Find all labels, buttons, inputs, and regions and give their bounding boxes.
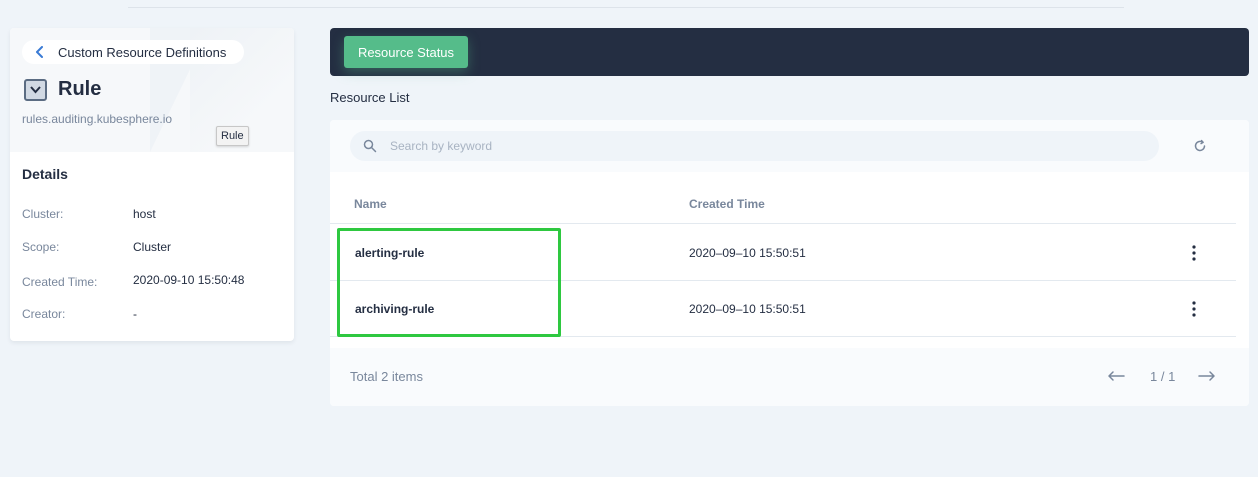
list-footer: Total 2 items 1 / 1 [330, 348, 1249, 406]
detail-created-time: Created Time: 2020-09-10 15:50:48 [22, 273, 282, 289]
detail-value: - [133, 307, 137, 321]
back-button[interactable]: Custom Resource Definitions [22, 40, 244, 64]
more-icon[interactable] [1186, 243, 1202, 263]
arrow-right-icon[interactable] [1197, 368, 1217, 384]
search-input[interactable] [390, 131, 1130, 161]
page-subtitle: rules.auditing.kubesphere.io [22, 112, 173, 126]
page-title: Rule [58, 78, 102, 100]
detail-key: Created Time: [22, 275, 98, 289]
arrow-left-icon[interactable] [1106, 368, 1126, 384]
top-divider [128, 7, 1124, 8]
column-created-time[interactable]: Created Time [689, 197, 765, 211]
more-icon[interactable] [1186, 299, 1202, 319]
resource-list-title: Resource List [330, 90, 410, 105]
crd-detail-card: Custom Resource Definitions Rule rules.a… [10, 28, 294, 341]
detail-scope: Scope: Cluster [22, 240, 282, 256]
detail-value: 2020-09-10 15:50:48 [133, 273, 245, 287]
detail-creator: Creator: - [22, 307, 282, 323]
detail-key: Scope: [22, 240, 60, 254]
table-header: Name Created Time [330, 172, 1236, 224]
detail-key: Creator: [22, 307, 66, 321]
pagination-text: 1 / 1 [1150, 369, 1176, 384]
search-box[interactable] [350, 131, 1159, 161]
back-label: Custom Resource Definitions [58, 45, 227, 60]
column-name[interactable]: Name [354, 197, 387, 211]
row-created-time: 2020–09–10 15:50:51 [689, 302, 806, 316]
row-created-time: 2020–09–10 15:50:51 [689, 246, 806, 260]
refresh-icon[interactable] [1192, 138, 1208, 154]
chevron-left-icon [36, 46, 43, 58]
search-icon [363, 139, 377, 153]
list-toolbar [330, 120, 1249, 172]
status-banner: Resource Status [330, 28, 1249, 76]
title-tooltip: Rule [216, 126, 249, 146]
crd-header: Custom Resource Definitions Rule rules.a… [10, 28, 294, 152]
detail-cluster: Cluster: host [22, 207, 282, 223]
resource-list-card: Name Created Time alerting-rule 2020–09–… [330, 120, 1249, 406]
total-count: Total 2 items [350, 369, 423, 384]
detail-value: host [133, 207, 156, 221]
details-title: Details [22, 166, 68, 182]
resource-status-button[interactable]: Resource Status [344, 36, 468, 68]
table-row[interactable]: alerting-rule 2020–09–10 15:50:51 [330, 225, 1236, 281]
row-name-link[interactable]: alerting-rule [355, 246, 424, 260]
detail-value: Cluster [133, 240, 172, 254]
table-row[interactable]: archiving-rule 2020–09–10 15:50:51 [330, 281, 1236, 337]
row-name-link[interactable]: archiving-rule [355, 302, 434, 316]
crd-icon [24, 79, 47, 101]
detail-key: Cluster: [22, 207, 64, 221]
